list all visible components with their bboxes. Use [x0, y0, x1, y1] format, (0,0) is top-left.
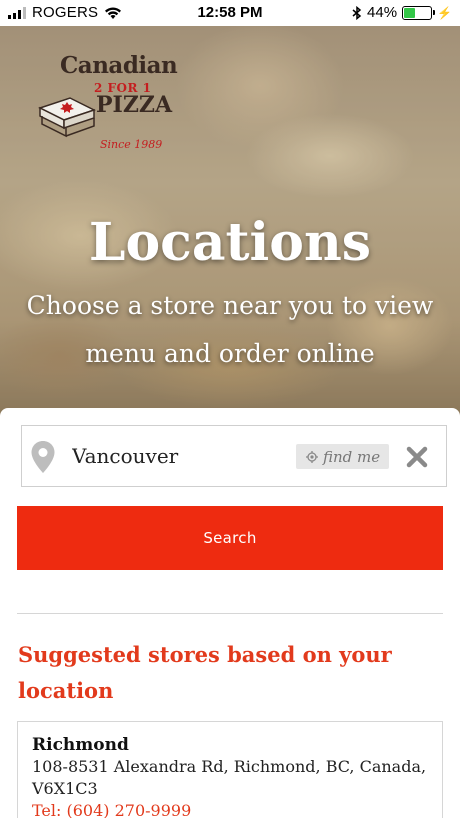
battery-icon: [402, 5, 436, 20]
battery-percent: 44%: [367, 4, 398, 21]
location-search-box: find me: [21, 425, 447, 487]
divider: [17, 613, 443, 614]
status-bar: ROGERS 12:58 PM 44% ⚡: [0, 0, 460, 26]
find-me-button[interactable]: find me: [296, 444, 389, 469]
bluetooth-icon: [352, 5, 362, 20]
store-card[interactable]: Richmond 108-8531 Alexandra Rd, Richmond…: [17, 721, 443, 818]
crosshair-icon: [306, 450, 318, 463]
suggested-stores-heading: Suggested stores based on your location: [18, 642, 392, 703]
charging-icon: ⚡: [437, 5, 452, 20]
find-me-label: find me: [323, 447, 381, 466]
page-subtitle: Choose a store near you to view menu and…: [26, 291, 434, 368]
pizza-box-icon: [38, 97, 96, 138]
search-button[interactable]: Search: [17, 506, 443, 570]
location-pin-icon: [31, 441, 55, 473]
hero-banner: Canadian 2 FOR 1 PIZZA Since 1989 Locati…: [0, 26, 460, 418]
brand-logo[interactable]: Canadian 2 FOR 1 PIZZA Since 1989: [36, 52, 178, 162]
store-phone-link[interactable]: Tel: (604) 270-9999: [32, 801, 191, 818]
store-search-panel: find me Search Suggested stores based on…: [0, 408, 460, 818]
store-name: Richmond: [32, 735, 129, 755]
page-title: Locations: [88, 212, 372, 273]
store-address: 108-8531 Alexandra Rd, Richmond, BC, Can…: [32, 757, 427, 798]
location-search-input[interactable]: [72, 436, 292, 476]
close-icon[interactable]: [404, 444, 430, 470]
